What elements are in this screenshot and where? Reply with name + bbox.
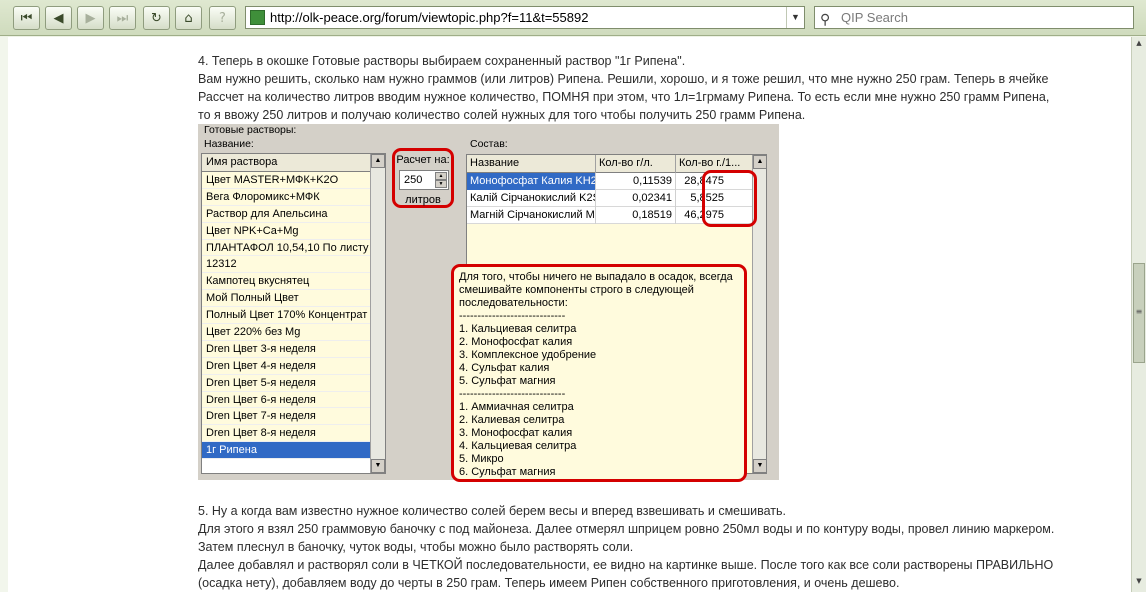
first-page-button[interactable]: ⏮ [13,6,40,30]
column-header[interactable]: Кол-во г/л. [596,155,676,173]
cell-per-liter: 0,11539 [596,173,676,190]
list-item[interactable]: Dren Цвет 5-я неделя [202,374,385,392]
scroll-down-icon[interactable]: ▼ [371,459,385,473]
outro-line: Далее добавлял и растворял соли в ЧЕТКОЙ… [198,558,1054,572]
note-line: 3. Монофосфат калия [459,427,573,439]
outro-paragraph: 5. Ну а когда вам известно нужное количе… [198,502,1054,592]
list-item[interactable]: Dren Цвет 4-я неделя [202,357,385,375]
note-line: 6. Сульфат магния [459,466,556,478]
help-icon: ? [219,10,226,26]
list-item[interactable]: Dren Цвет 6-я неделя [202,391,385,409]
column-header[interactable]: Название [467,155,596,173]
back-button[interactable]: ◀ [45,6,72,30]
cell-name: Монофосфат Калия KH2PO4 [467,173,596,190]
list-item[interactable]: Кампотец вкуснятец [202,273,385,291]
calc-label: Расчет на: [396,154,450,166]
note-line: 3. Комплексное удобрение [459,349,597,361]
cell-per-liter: 0,18519 [596,207,676,224]
note-line: 2. Монофосфат калия [459,336,573,348]
url-bar[interactable]: http://olk-peace.org/forum/viewtopic.php… [245,6,805,29]
note-line: ----------------------------- [459,388,566,400]
intro-paragraph: 4. Теперь в окошке Готовые растворы выби… [198,52,1049,124]
cell-name: Калій Сірчанокислий K2SO4 [467,190,596,207]
list-item[interactable]: Цвет 220% без Mg [202,324,385,341]
home-button[interactable]: ⌂ [175,6,202,30]
note-line: 4. Сульфат калия [459,362,550,374]
list-item[interactable]: Раствор для Апельсина [202,205,385,223]
note-line: 1. Аммиачная селитра [459,401,574,413]
list-item[interactable]: Dren Цвет 7-я неделя [202,408,385,426]
scroll-up-icon[interactable]: ▲ [1133,39,1145,52]
browser-toolbar: ⏮ ◀ ▶ ⏭ ↻ ⌂ ? http://olk-peace.org/forum… [0,0,1146,36]
name-label: Название: [204,138,254,150]
note-line: смешивайте компоненты строго в следующей [459,284,694,296]
list-scrollbar[interactable]: ▲ ▼ [370,154,385,473]
reload-button[interactable]: ↻ [143,6,170,30]
back-arrow-icon: ◀ [53,10,64,26]
note-line: последовательности: [459,297,568,309]
list-item[interactable]: Мой Полный Цвет [202,290,385,308]
page-scrollbar[interactable]: ▲ ≡ ▼ [1131,37,1146,592]
outro-line: (осадка нету), добавляем воду до черты в… [198,576,900,590]
composition-label: Состав: [470,138,508,150]
cell-per-liter: 0,02341 [596,190,676,207]
scroll-up-icon[interactable]: ▲ [753,155,766,169]
intro-line: Вам нужно решить, сколько нам нужно грам… [198,72,1049,86]
mixing-order-note: Для того, чтобы ничего не выпадало в оса… [451,264,747,482]
site-favicon-icon [250,10,265,25]
list-item[interactable]: Dren Цвет 3-я неделя [202,340,385,358]
list-item[interactable]: Dren Цвет 8-я неделя [202,425,385,443]
forward-button[interactable]: ▶ [77,6,104,30]
url-dropdown-icon[interactable]: ▼ [786,7,804,28]
calc-spinner[interactable]: 250 ▲ ▼ [399,170,449,190]
scroll-thumb[interactable]: ≡ [1133,263,1145,363]
cell-name: Магній Сірчанокислий MgSO4 [467,207,596,224]
highlight-box [702,170,757,227]
spin-down-icon[interactable]: ▼ [435,180,447,188]
intro-line: то я ввожу 250 литров и получаю количест… [198,108,806,122]
solutions-list[interactable]: Имя раствора Цвет MASTER+МФК+K2O Вега Фл… [201,153,386,474]
url-text: http://olk-peace.org/forum/viewtopic.php… [270,10,589,25]
list-item[interactable]: 12312 [202,256,385,274]
list-item[interactable]: ПЛАНТАФОЛ 10,54,10 По листу [202,239,385,257]
scroll-down-icon[interactable]: ▼ [753,459,766,473]
skip-back-icon: ⏮ [20,10,33,26]
list-item[interactable]: Вега Флоромикс+МФК [202,188,385,206]
skip-forward-icon: ⏭ [116,10,129,26]
calc-unit: литров [405,194,441,206]
intro-line: 4. Теперь в окошке Готовые растворы выби… [198,54,686,68]
spin-up-icon[interactable]: ▲ [435,172,447,180]
calc-value: 250 [404,174,423,186]
search-input[interactable]: ⚲ QIP Search [814,6,1134,29]
calc-box: Расчет на: 250 ▲ ▼ литров [392,148,454,208]
note-line: 2. Калиевая селитра [459,414,565,426]
search-placeholder: QIP Search [841,10,908,25]
note-line: 5. Сульфат магния [459,375,556,387]
outro-line: Затем плеснул в баночку, чуток воды, что… [198,540,634,554]
list-item-selected[interactable]: 1г Рипена [202,442,385,460]
list-item[interactable]: Полный Цвет 170% Концентрат [202,307,385,325]
note-line: 1. Кальциевая селитра [459,323,577,335]
list-item[interactable]: Цвет NPK+Ca+Mg [202,222,385,240]
forward-arrow-icon: ▶ [85,10,96,26]
reload-icon: ↻ [151,10,162,26]
last-page-button[interactable]: ⏭ [109,6,136,30]
solutions-header: Имя раствора [202,154,385,172]
search-icon: ⚲ [820,11,831,27]
intro-line: Рассчет на количество литров вводим нужн… [198,90,1050,104]
list-item[interactable]: Цвет MASTER+МФК+K2O [202,172,385,189]
note-line: Для того, чтобы ничего не выпадало в оса… [459,271,733,283]
ready-solutions-label: Готовые растворы: [204,124,297,136]
scroll-down-icon[interactable]: ▼ [1133,577,1145,590]
note-line: 5. Микро [459,453,504,465]
note-line: 4. Кальциевая селитра [459,440,577,452]
help-button[interactable]: ? [209,6,236,30]
note-line: ----------------------------- [459,310,566,322]
outro-line: 5. Ну а когда вам известно нужное количе… [198,504,787,518]
home-icon: ⌂ [184,10,193,26]
outro-line: Для этого я взял 250 граммовую баночку с… [198,522,1055,536]
scroll-up-icon[interactable]: ▲ [371,154,385,168]
